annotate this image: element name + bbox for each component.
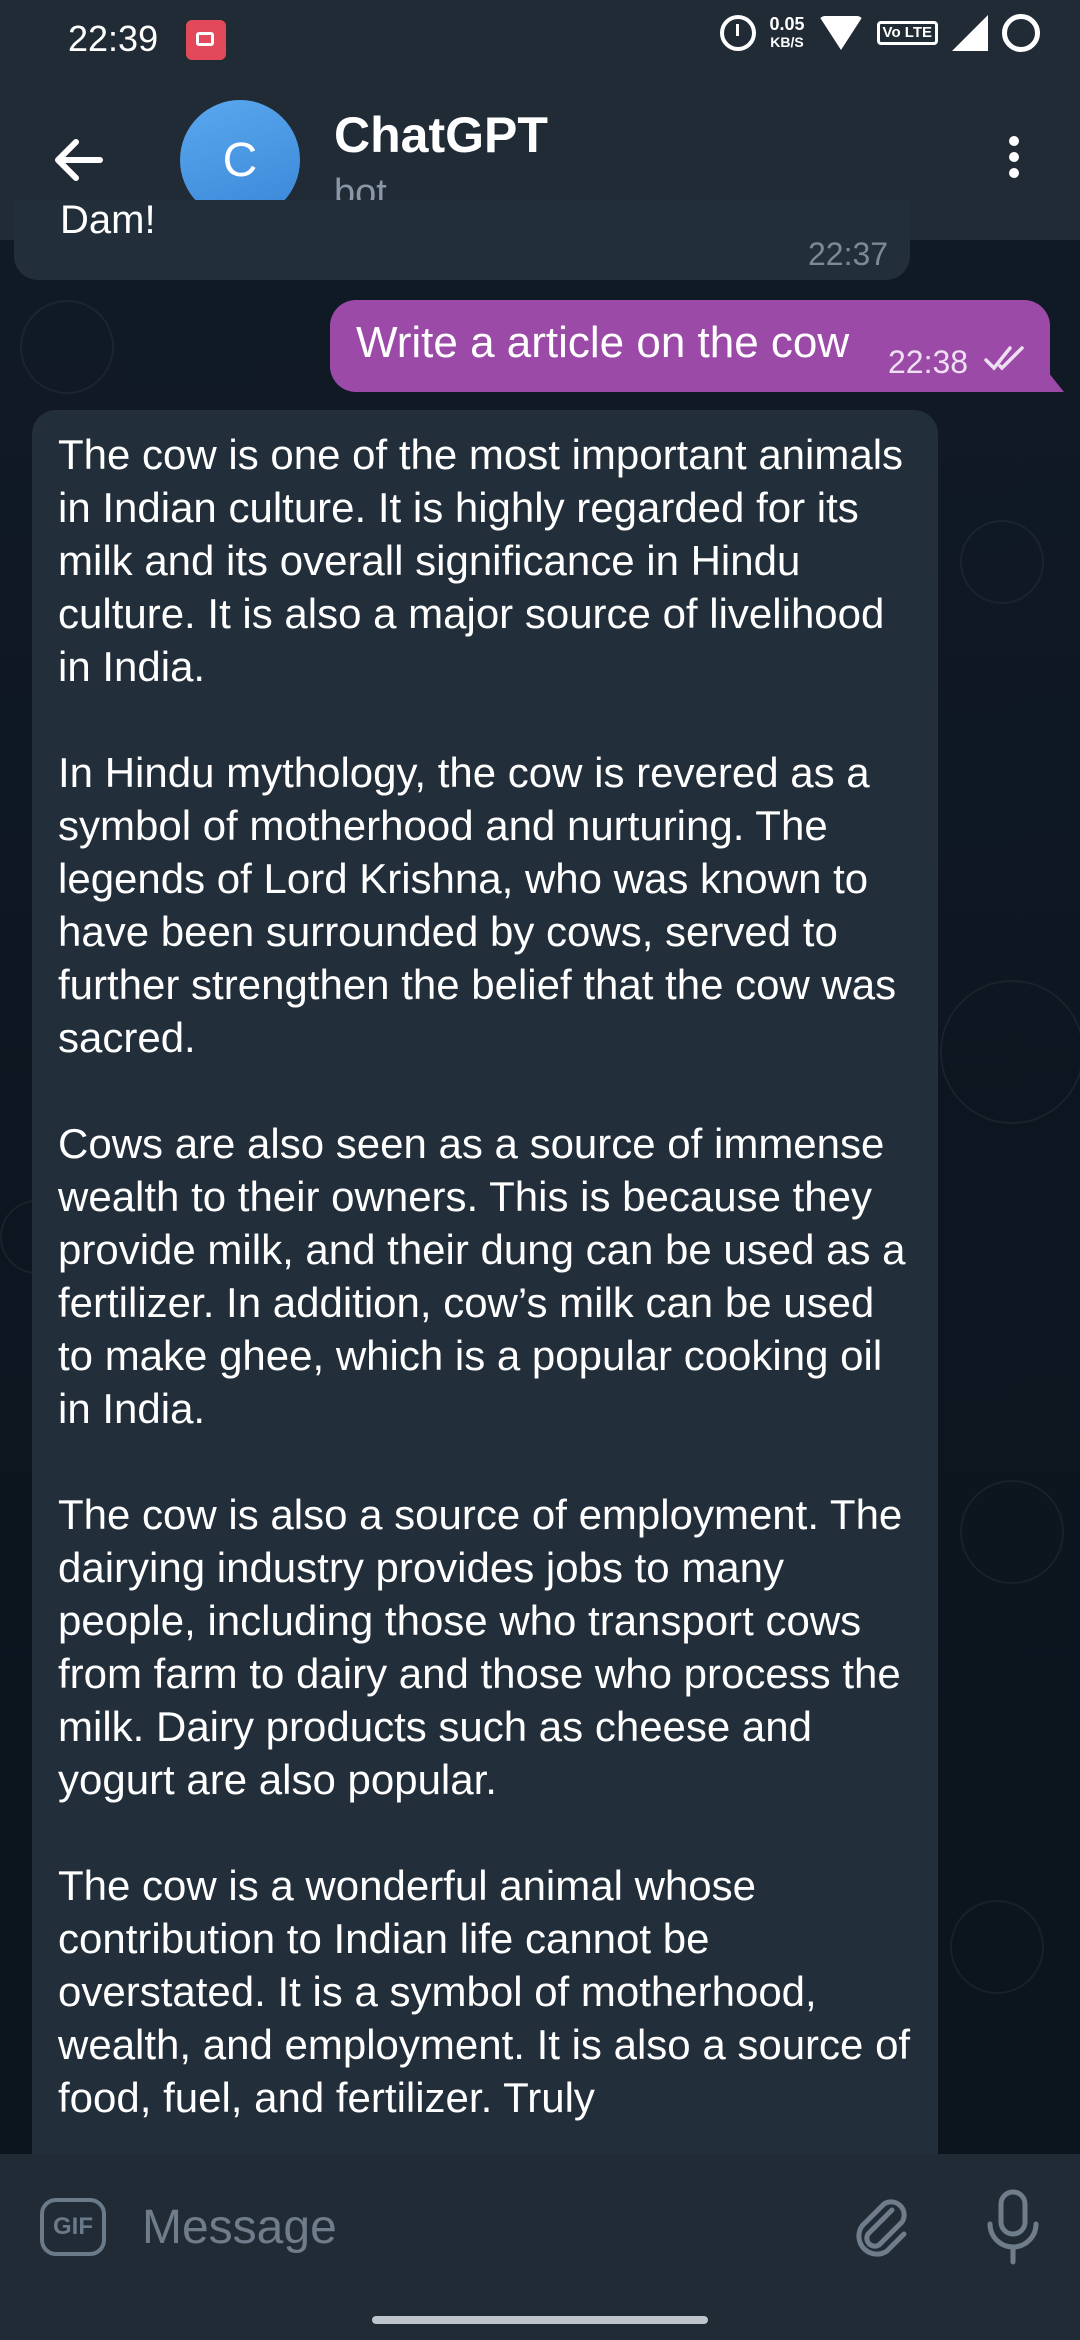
- double-check-icon: [984, 346, 1024, 371]
- volte-icon: Vo LTE: [876, 21, 938, 45]
- status-bar: 22:39 0.05 KB/S Vo LTE: [0, 0, 1080, 80]
- attach-icon[interactable]: [846, 2190, 916, 2260]
- background-doodle: [940, 980, 1080, 1124]
- message-time: 22:38: [888, 344, 969, 380]
- network-speed: 0.05 KB/S: [770, 15, 805, 51]
- message-text: Dam!: [60, 205, 156, 235]
- message-paragraph: In Hindu mythology, the cow is revered a…: [58, 749, 897, 1061]
- status-icons: 0.05 KB/S Vo LTE: [719, 14, 1040, 52]
- screen-record-icon: [186, 20, 226, 60]
- alarm-icon: [719, 15, 756, 51]
- message-paragraph: Cows are also seen as a source of immens…: [58, 1120, 906, 1432]
- status-time: 22:39: [68, 18, 159, 59]
- background-doodle: [20, 300, 114, 394]
- more-vertical-icon[interactable]: [1000, 130, 1028, 190]
- message-paragraph: The cow is also a source of employment. …: [58, 1491, 903, 1803]
- mic-icon[interactable]: [980, 2186, 1046, 2266]
- background-doodle: [950, 1900, 1044, 1994]
- message-input-bar: GIF: [0, 2154, 1080, 2294]
- chat-title[interactable]: ChatGPT: [334, 106, 548, 164]
- message-paragraph: The cow is one of the most important ani…: [58, 431, 904, 690]
- message-input[interactable]: [140, 2194, 804, 2260]
- home-indicator[interactable]: [372, 2316, 708, 2324]
- wifi-icon: [818, 16, 863, 50]
- ring-icon: [1002, 14, 1040, 52]
- message-text: The cow is one of the most important ani…: [58, 428, 918, 2177]
- back-arrow-icon[interactable]: [48, 130, 108, 190]
- signal-icon: [952, 15, 988, 51]
- message-paragraph: The cow is a wonderful animal whose cont…: [58, 1862, 911, 2121]
- network-speed-value: 0.05: [769, 14, 805, 34]
- network-speed-unit: KB/S: [770, 34, 804, 50]
- background-doodle: [960, 520, 1044, 604]
- navigation-bar: [0, 2294, 1080, 2340]
- background-doodle: [960, 1480, 1064, 1584]
- message-text: Write a article on the cow: [356, 318, 850, 367]
- gif-icon[interactable]: GIF: [40, 2198, 106, 2256]
- message-time: 22:37: [808, 236, 889, 272]
